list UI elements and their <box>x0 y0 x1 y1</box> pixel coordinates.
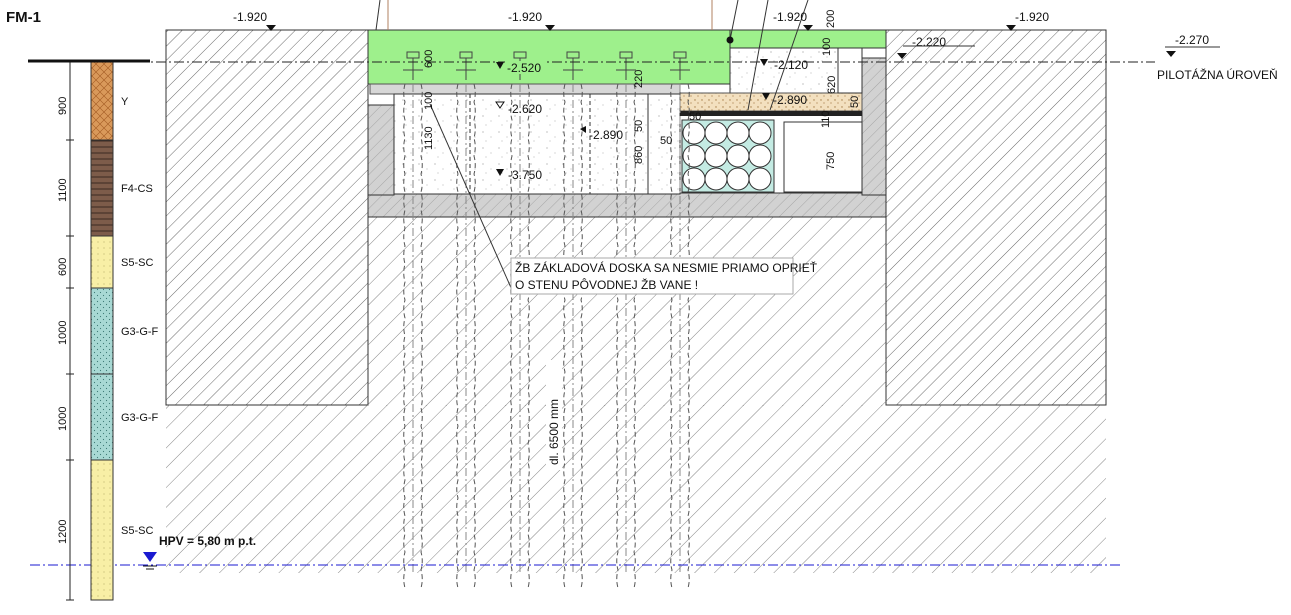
pipe-bundle <box>681 119 775 193</box>
borehole-layer <box>90 139 114 237</box>
soil-right-block <box>885 29 1107 406</box>
dim-600: 600 <box>423 50 435 68</box>
borehole-layer <box>90 235 114 289</box>
right-chamber <box>783 121 863 193</box>
dim-200: 200 <box>825 10 837 28</box>
pipe <box>682 167 706 191</box>
dim-220: 220 <box>633 70 645 88</box>
borehole-layer <box>90 459 114 601</box>
foundation-section-drawing: FM-1 -1.920 -1.920 -1.920 -1.920 -2.220 … <box>6 0 1278 601</box>
pipe <box>682 121 706 145</box>
pipe <box>704 144 728 168</box>
layer-code: Y <box>121 96 129 108</box>
dim-50-right: 50 <box>849 96 861 108</box>
note-line-1: ŽB ZÁKLADOVÁ DOSKA SA NESMIE PRIAMO OPRI… <box>515 260 818 275</box>
pipe <box>748 121 772 145</box>
gravel-bed <box>367 192 887 218</box>
level-top-far-right: -1.920 <box>1015 10 1049 24</box>
dim-110: 110 <box>820 110 832 128</box>
level-2620: -2.620 <box>508 102 542 116</box>
pile-length-label: dl. 6500 mm <box>547 399 561 465</box>
layer-code: F4-CS <box>121 183 153 195</box>
dim-750: 750 <box>825 152 837 170</box>
layer-thickness: 600 <box>57 258 69 276</box>
dim-620: 620 <box>826 76 838 94</box>
level-pile: -2.270 <box>1175 33 1209 47</box>
pipe <box>704 167 728 191</box>
level-2890-right: -2.890 <box>773 93 807 107</box>
dim-1130: 1130 <box>423 126 435 150</box>
pipe <box>748 144 772 168</box>
pile-level-label: PILOTÁŽNA ÚROVEŇ <box>1157 67 1278 82</box>
gravel-right-wall <box>861 57 887 196</box>
layer-thickness: 1200 <box>57 520 69 544</box>
dim-50-vertical: 50 <box>633 120 645 132</box>
layer-code: G3-G-F <box>121 326 159 338</box>
layer-thickness: 1000 <box>57 321 69 345</box>
pipe <box>726 144 750 168</box>
layer-thickness: 1000 <box>57 407 69 431</box>
layer-thickness: 1100 <box>57 178 69 202</box>
level-2890-pit: -2.890 <box>589 128 623 142</box>
borehole-layers <box>66 61 114 601</box>
dim-50-mid: 50 <box>660 135 672 147</box>
right-top-cell <box>837 47 863 94</box>
layer-code: S5-SC <box>121 525 153 537</box>
dim-100: 100 <box>423 92 435 110</box>
level-2220: -2.220 <box>912 35 946 49</box>
soil-below <box>166 405 1106 573</box>
water-level-icon <box>143 552 157 562</box>
gravel-left-wall <box>367 104 395 196</box>
layer-code: G3-G-F <box>121 412 159 424</box>
groundwater-label: HPV = 5,80 m p.t. <box>159 534 256 548</box>
drawing-title: FM-1 <box>6 9 41 26</box>
pipe <box>682 144 706 168</box>
level-2520: -2.520 <box>507 61 541 75</box>
borehole-layer <box>90 373 114 461</box>
new-concrete-slab-right <box>729 29 887 49</box>
soil-under-slab <box>368 216 886 406</box>
borehole-layer <box>90 287 114 375</box>
dim-100-right: 100 <box>821 38 833 56</box>
borehole-layer <box>90 61 114 141</box>
layer-code: S5-SC <box>121 257 153 269</box>
level-2120: -2.120 <box>774 58 808 72</box>
soil-left-block <box>165 29 369 406</box>
dim-50-small: 50 <box>689 111 701 123</box>
pipe <box>726 121 750 145</box>
level-top-left: -1.920 <box>233 10 267 24</box>
membrane-strip <box>680 111 862 116</box>
pipe <box>748 167 772 191</box>
pipe <box>726 167 750 191</box>
level-3750: -3.750 <box>508 168 542 182</box>
note-line-2: O STENU PÔVODNEJ ŽB VANE ! <box>515 277 698 292</box>
level-top-right-mid: -1.920 <box>773 10 807 24</box>
pipe <box>704 121 728 145</box>
dim-860: 860 <box>633 146 645 164</box>
layer-thickness: 900 <box>57 97 69 115</box>
level-top-center: -1.920 <box>508 10 542 24</box>
